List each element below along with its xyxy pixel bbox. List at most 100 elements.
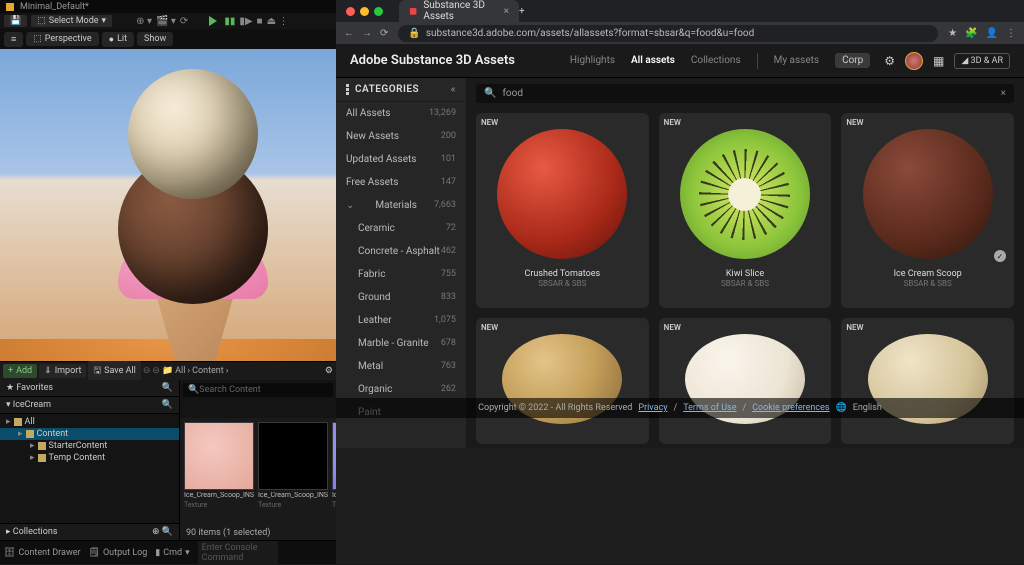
breadcrumb-all[interactable]: All <box>175 366 185 376</box>
sidebar-item[interactable]: Fabric755 <box>336 263 466 286</box>
sidebar-item[interactable]: Updated Assets101 <box>336 148 466 171</box>
folder-icon[interactable]: 📁 <box>162 366 173 376</box>
save-all-button[interactable]: 🖫 Save All <box>88 361 140 381</box>
add-button[interactable]: + Add <box>3 364 37 378</box>
save-icon[interactable]: 💾 <box>4 15 27 27</box>
sidebar-item[interactable]: Ground833 <box>336 286 466 309</box>
reload-icon[interactable]: ⟳ <box>380 28 388 39</box>
badge-3d-ar[interactable]: ◢ 3D & AR <box>954 53 1010 69</box>
skip-button[interactable]: ▮▶ <box>239 16 252 27</box>
asset-tile[interactable]: Ice_Cream_Scoop_INST_metallicTexture <box>258 422 328 522</box>
sidebar-item[interactable]: Concrete - Asphalt462 <box>336 240 466 263</box>
search-icon: 🔍 <box>484 88 496 99</box>
asset-search-input[interactable]: 🔍 food × <box>476 84 1014 103</box>
asset-tile[interactable]: Ice_Cream_Scoop_INST_basecolorTexture <box>184 422 254 522</box>
sidebar-item[interactable]: New Assets200 <box>336 125 466 148</box>
stop-button[interactable]: ■ <box>257 16 263 27</box>
asset-card[interactable]: NEW <box>659 318 832 444</box>
asset-card[interactable]: NEW <box>841 318 1014 444</box>
tree-node[interactable]: ▸Temp Content <box>0 452 179 464</box>
forward-icon[interactable]: → <box>362 28 372 39</box>
select-mode-dropdown[interactable]: ⬚ Select Mode ▾ <box>31 15 112 27</box>
sidebar-item[interactable]: All Assets13,269 <box>336 102 466 125</box>
browser-tab[interactable]: ◼ Substance 3D Assets × <box>399 0 519 22</box>
terms-link[interactable]: Terms of Use <box>683 403 736 413</box>
language-selector[interactable]: English <box>853 403 882 413</box>
profile-icon[interactable]: 👤 <box>986 28 998 39</box>
collapse-icon[interactable]: « <box>451 84 456 95</box>
window-controls[interactable] <box>336 7 393 16</box>
avatar[interactable] <box>905 52 923 70</box>
nav-all-assets[interactable]: All assets <box>631 55 675 66</box>
lit-dropdown[interactable]: ● Lit <box>102 32 134 47</box>
collections-header[interactable]: ▸ Collections ⊕ 🔍 <box>0 523 179 540</box>
editor-titlebar: Minimal_Default* <box>0 0 336 13</box>
back-icon[interactable]: ← <box>344 28 354 39</box>
app-icon <box>6 3 14 11</box>
minimize-icon[interactable] <box>360 7 369 16</box>
viewport-menu-icon[interactable]: ≡ <box>4 32 23 47</box>
gear-icon[interactable]: ⚙ <box>884 54 895 68</box>
content-drawer-button[interactable]: 🗄 Content Drawer <box>4 548 81 558</box>
clear-search-icon[interactable]: × <box>1001 88 1006 99</box>
sidebar-item[interactable]: Ceramic72 <box>336 217 466 240</box>
url-input[interactable]: 🔒 substance3d.adobe.com/assets/allassets… <box>398 25 938 42</box>
apps-icon[interactable]: ▦ <box>933 54 944 68</box>
new-tab-button[interactable]: + <box>519 6 525 17</box>
asset-card[interactable]: NEWKiwi SliceSBSAR & SBS <box>659 113 832 308</box>
favorites-header[interactable]: ★ Favorites🔍 <box>0 380 179 397</box>
extension-icon[interactable]: 🧩 <box>965 28 977 39</box>
tree-node[interactable]: ▸StarterContent <box>0 440 179 452</box>
pause-button[interactable]: ▮▮ <box>224 16 235 27</box>
extension-icon[interactable]: ★ <box>948 28 957 39</box>
cookies-link[interactable]: Cookie preferences <box>752 403 829 413</box>
sidebar-item[interactable]: Materials7,663 <box>336 194 466 217</box>
sidebar-item[interactable]: Free Assets147 <box>336 171 466 194</box>
asset-thumbnail <box>184 422 254 490</box>
corp-chip[interactable]: Corp <box>835 53 870 68</box>
nav-my-assets[interactable]: My assets <box>774 55 819 66</box>
output-log-button[interactable]: 🗒 Output Log <box>89 548 148 558</box>
privacy-link[interactable]: Privacy <box>638 403 667 413</box>
asset-type: Texture <box>258 501 328 509</box>
new-tag: NEW <box>846 323 863 332</box>
sidebar-item[interactable]: Leather1,075 <box>336 309 466 332</box>
tree-node[interactable]: ▸All <box>0 416 179 428</box>
breadcrumb-content[interactable]: Content <box>192 366 224 376</box>
asset-card[interactable]: NEWCrushed TomatoesSBSAR & SBS <box>476 113 649 308</box>
console-input[interactable]: Enter Console Command <box>198 541 278 565</box>
sidebar-item[interactable]: Marble - Granite678 <box>336 332 466 355</box>
settings-icon[interactable]: ⟳ <box>180 16 188 27</box>
sidebar-item[interactable]: Metal763 <box>336 355 466 378</box>
import-button[interactable]: ⇓ Import <box>39 364 86 378</box>
maximize-icon[interactable] <box>374 7 383 16</box>
settings-icon[interactable]: ⚙ <box>325 366 333 376</box>
add-content-icon[interactable]: ⊕ ▾ <box>136 16 152 27</box>
tab-close-icon[interactable]: × <box>504 6 509 17</box>
history-fwd-icon[interactable]: ⊖ <box>152 366 160 376</box>
card-format: SBSAR & SBS <box>538 279 586 288</box>
nav-collections[interactable]: Collections <box>691 55 741 66</box>
asset-card[interactable]: NEW <box>476 318 649 444</box>
perspective-dropdown[interactable]: ⬚ Perspective <box>26 32 98 46</box>
content-search-input[interactable]: 🔍 Search Content <box>183 383 333 397</box>
history-back-icon[interactable]: ⊖ <box>143 366 151 376</box>
categories-icon <box>346 84 349 95</box>
tree-node[interactable]: ▸Content <box>0 428 179 440</box>
project-header[interactable]: ▾ IceCream🔍 <box>0 397 179 414</box>
new-tag: NEW <box>664 118 681 127</box>
new-tag: NEW <box>481 323 498 332</box>
menu-icon[interactable]: ⋮ <box>1006 28 1016 39</box>
asset-main: 🔍 food × NEWCrushed TomatoesSBSAR & SBSN… <box>466 78 1024 448</box>
viewport-3d[interactable] <box>0 49 336 361</box>
browser-window: ◼ Substance 3D Assets × + ← → ⟳ 🔒 substa… <box>336 0 1024 564</box>
material-preview <box>863 129 993 259</box>
asset-card[interactable]: NEWIce Cream ScoopSBSAR & SBS✓ <box>841 113 1014 308</box>
cmd-dropdown[interactable]: ▮ Cmd ▾ <box>155 548 189 558</box>
marketplace-icon[interactable]: 🎬 ▾ <box>156 16 176 27</box>
play-button[interactable] <box>206 14 220 28</box>
nav-highlights[interactable]: Highlights <box>570 55 615 66</box>
eject-button[interactable]: ⏏ ⋮ <box>267 16 289 27</box>
show-dropdown[interactable]: Show <box>137 32 173 46</box>
close-icon[interactable] <box>346 7 355 16</box>
